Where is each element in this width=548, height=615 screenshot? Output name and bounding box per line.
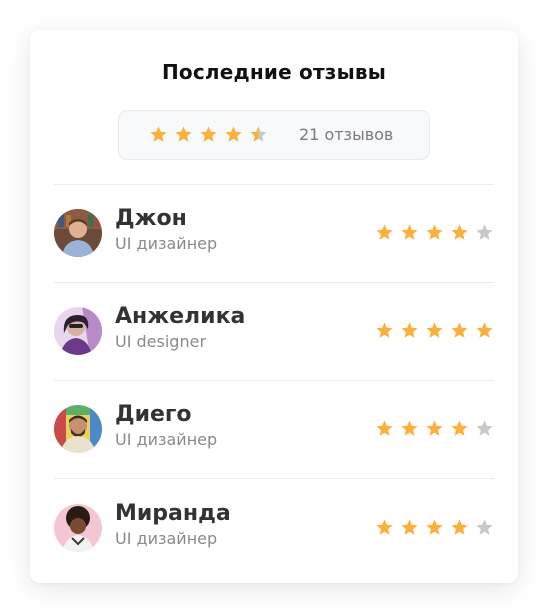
card-title: Последние отзывы bbox=[161, 60, 387, 84]
summary-stars bbox=[149, 125, 268, 144]
star-filled-icon bbox=[426, 420, 443, 436]
star-half-icon bbox=[250, 126, 267, 142]
star-filled-icon bbox=[476, 322, 493, 338]
person-photo-icon bbox=[54, 307, 102, 355]
star-empty-icon bbox=[476, 224, 493, 240]
star-filled-icon bbox=[401, 420, 418, 436]
star-filled-icon bbox=[451, 224, 468, 240]
star-filled-icon bbox=[175, 126, 192, 142]
reviewer-name: Диего bbox=[115, 402, 192, 427]
reviewer-role: UI дизайнер bbox=[115, 234, 218, 253]
star-filled-icon bbox=[376, 519, 393, 535]
star-filled-icon bbox=[376, 322, 393, 338]
star-filled-icon bbox=[451, 322, 468, 338]
divider bbox=[54, 282, 494, 283]
reviewer-role: UI дизайнер bbox=[115, 529, 218, 548]
star-filled-icon bbox=[426, 224, 443, 240]
star-filled-icon bbox=[376, 224, 393, 240]
avatar bbox=[54, 307, 102, 355]
star-filled-icon bbox=[200, 126, 217, 142]
reviewer-role: UI дизайнер bbox=[115, 430, 218, 449]
review-item: Миранда UI дизайнер bbox=[54, 500, 494, 556]
review-item: Джон UI дизайнер bbox=[54, 205, 494, 261]
review-item: Анжелика UI designer bbox=[54, 303, 494, 359]
review-item: Диего UI дизайнер bbox=[54, 401, 494, 457]
person-photo-icon bbox=[54, 504, 102, 552]
star-filled-icon bbox=[401, 322, 418, 338]
reviewer-name: Миранда bbox=[115, 501, 231, 526]
rating-summary: 21 отзывов bbox=[118, 110, 430, 160]
star-filled-icon bbox=[451, 420, 468, 436]
star-filled-icon bbox=[426, 519, 443, 535]
divider bbox=[54, 380, 494, 381]
divider bbox=[54, 184, 494, 185]
star-filled-icon bbox=[150, 126, 167, 142]
star-filled-icon bbox=[376, 420, 393, 436]
review-count: 21 отзывов bbox=[299, 125, 394, 144]
reviews-card: Последние отзывы 21 отзывов Джон UI диза… bbox=[30, 30, 518, 583]
star-filled-icon bbox=[401, 519, 418, 535]
review-stars bbox=[375, 518, 494, 537]
star-empty-icon bbox=[476, 519, 493, 535]
person-photo-icon bbox=[54, 405, 102, 453]
reviewer-name: Джон bbox=[115, 206, 187, 231]
reviewer-role: UI designer bbox=[115, 332, 207, 351]
review-stars bbox=[375, 419, 494, 438]
star-filled-icon bbox=[426, 322, 443, 338]
reviewer-name: Анжелика bbox=[115, 304, 246, 329]
avatar bbox=[54, 504, 102, 552]
divider bbox=[54, 478, 494, 479]
avatar bbox=[54, 405, 102, 453]
star-empty-icon bbox=[476, 420, 493, 436]
star-filled-icon bbox=[451, 519, 468, 535]
person-photo-icon bbox=[54, 209, 102, 257]
avatar bbox=[54, 209, 102, 257]
star-filled-icon bbox=[225, 126, 242, 142]
review-stars bbox=[375, 321, 494, 340]
review-stars bbox=[375, 223, 494, 242]
star-filled-icon bbox=[401, 224, 418, 240]
